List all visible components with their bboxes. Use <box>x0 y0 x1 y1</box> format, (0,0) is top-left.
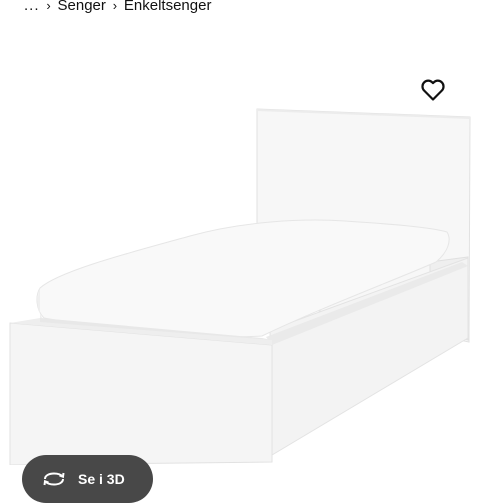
view-in-3d-label: Se i 3D <box>78 471 125 487</box>
rotate-3d-icon <box>42 470 66 488</box>
heart-outline-icon <box>421 79 445 101</box>
breadcrumb-chevron-icon: › <box>112 0 118 13</box>
product-image-bed[interactable] <box>0 100 480 465</box>
breadcrumb-ellipsis[interactable]: ... <box>24 0 40 16</box>
breadcrumb-item-senger[interactable]: Senger <box>58 0 106 16</box>
breadcrumb: ... › Senger › Enkeltsenger <box>24 0 211 16</box>
breadcrumb-chevron-icon: › <box>46 0 51 13</box>
breadcrumb-item-enkeltsenger[interactable]: Enkeltsenger <box>124 0 212 16</box>
view-in-3d-button[interactable]: Se i 3D <box>22 455 153 503</box>
